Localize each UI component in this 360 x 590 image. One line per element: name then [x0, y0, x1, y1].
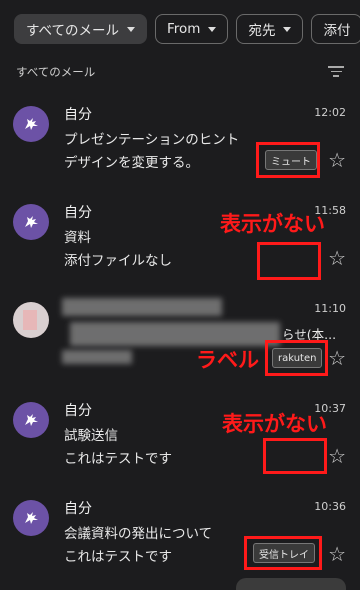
blurred-subject: [70, 322, 280, 346]
star-outline-icon[interactable]: ☆: [328, 446, 346, 466]
subject: 試験送信: [64, 428, 118, 444]
highlight-box: [263, 438, 327, 474]
timestamp: 12:02: [314, 106, 346, 119]
chip-label: すべてのメール: [26, 23, 120, 39]
star-outline-icon[interactable]: ☆: [328, 544, 346, 564]
sender: 自分: [64, 205, 92, 221]
blurred-sender: [62, 298, 222, 316]
snippet: これはテストです: [64, 451, 172, 467]
email-row[interactable]: 自分 10:36 会議資料の発出について これはテストです 受信トレイ ☆: [0, 496, 360, 590]
highlight-box: [265, 340, 328, 376]
avatar: [13, 106, 49, 142]
snippet: 添付ファイルなし: [64, 253, 172, 269]
section-title: すべてのメール: [16, 65, 96, 79]
chip-attachment[interactable]: 添付: [311, 14, 360, 44]
chip-from[interactable]: From: [155, 14, 229, 44]
highlight-box: [256, 142, 320, 178]
email-row[interactable]: 自分 12:02 プレゼンテーションのヒント デザインを変更する。 ミュート ☆: [0, 102, 360, 198]
annotation: 表示がない: [220, 212, 325, 236]
chip-all-mail[interactable]: すべてのメール: [14, 14, 148, 44]
chevron-down-icon: [283, 26, 292, 32]
highlight-box: [257, 242, 321, 280]
email-row[interactable]: 自分 10:37 試験送信 これはテストです 表示がない ☆: [0, 398, 360, 494]
chip-label: 宛先: [248, 23, 276, 39]
pegasus-avatar-icon: [25, 512, 38, 524]
annotation: ラベル: [196, 348, 259, 372]
subject: 資料: [64, 230, 91, 246]
avatar: [13, 302, 49, 338]
timestamp: 10:36: [314, 500, 346, 513]
star-outline-icon[interactable]: ☆: [328, 248, 346, 268]
chevron-down-icon: [208, 26, 217, 32]
star-outline-icon[interactable]: ☆: [328, 348, 346, 368]
avatar: [13, 402, 49, 438]
chip-label: From: [167, 21, 201, 37]
snippet: これはテストです: [64, 549, 172, 565]
pegasus-avatar-icon: [25, 216, 38, 228]
annotation: 表示がない: [222, 412, 327, 436]
blurred-snippet: [62, 350, 132, 364]
subject: 会議資料の発出について: [64, 526, 213, 542]
timestamp: 11:10: [314, 302, 346, 315]
filter-chip-bar: すべてのメール From 宛先 添付: [14, 14, 360, 44]
email-row[interactable]: 自分 11:58 資料 添付ファイルなし 表示がない ☆: [0, 200, 360, 296]
filter-icon[interactable]: [328, 66, 344, 78]
subject: プレゼンテーションのヒント: [64, 132, 240, 148]
star-outline-icon[interactable]: ☆: [328, 150, 346, 170]
sender: 自分: [64, 107, 92, 123]
chip-to[interactable]: 宛先: [236, 14, 304, 44]
highlight-box: [244, 536, 322, 570]
chip-label: 添付: [323, 23, 351, 39]
avatar: [13, 204, 49, 240]
compose-button[interactable]: [236, 578, 346, 590]
sender: 自分: [64, 501, 92, 517]
chevron-down-icon: [127, 26, 136, 32]
email-row[interactable]: らせ(本... 11:10 ラベル rakuten ☆: [0, 298, 360, 394]
avatar: [13, 500, 49, 536]
pegasus-avatar-icon: [25, 118, 38, 130]
sender: 自分: [64, 403, 92, 419]
snippet: デザインを変更する。: [64, 155, 199, 171]
pegasus-avatar-icon: [25, 414, 38, 426]
